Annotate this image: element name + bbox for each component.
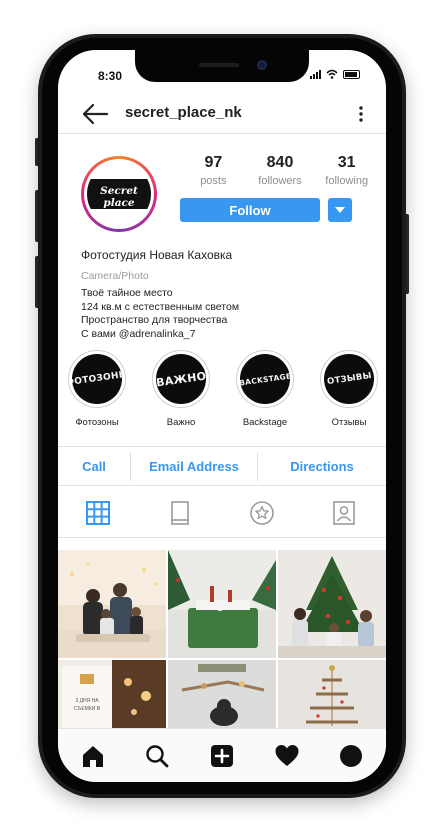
grid-photo-christmas-tree[interactable]: [278, 550, 386, 658]
highlight-cover: ВАЖНО: [156, 354, 206, 404]
photo-grid: 3 ДНЯ НА СЪЕМКИ В: [58, 550, 386, 730]
grid-photo-cat[interactable]: [168, 660, 276, 730]
highlight-label: Фотозоны: [75, 417, 119, 428]
contact-bar: Call Email Address Directions: [58, 446, 386, 486]
directions-button[interactable]: Directions: [258, 447, 386, 487]
following-count: 31: [337, 154, 356, 171]
call-button[interactable]: Call: [58, 447, 130, 487]
tagged-icon[interactable]: [331, 500, 357, 526]
followers-label: followers: [258, 175, 302, 187]
more-options-icon[interactable]: [358, 104, 364, 124]
profile-stats: 97 posts 840 followers 31 following: [180, 154, 380, 187]
bio-line: Твоё тайное место: [81, 287, 173, 299]
notch: [135, 50, 309, 82]
battery-icon: [343, 69, 360, 79]
bio-category: Camera/Photo: [81, 270, 149, 282]
highlight-cover: ОТЗЫВЫ: [324, 354, 374, 404]
avatar-logo-text: Secret place: [100, 185, 138, 209]
phone-screen: 8:30 secret_place_nk Secret place 97 pos…: [58, 50, 386, 782]
followers-count: 840: [266, 154, 294, 171]
status-time: 8:30: [98, 69, 123, 83]
svg-text:СЪЕМКИ В: СЪЕМКИ В: [74, 706, 101, 712]
front-camera: [257, 60, 267, 70]
profile-bio: Фотостудия Новая Каховка Camera/Photo Тв…: [81, 248, 371, 341]
profile-username: secret_place_nk: [125, 104, 242, 121]
search-icon[interactable]: [144, 743, 170, 769]
back-arrow-icon[interactable]: [80, 102, 110, 126]
avatar[interactable]: Secret place: [81, 156, 157, 232]
bio-name: Фотостудия Новая Каховка: [81, 248, 233, 262]
posts-count: 97: [204, 154, 223, 171]
star-icon[interactable]: [249, 500, 275, 526]
bio-line[interactable]: С вами @adrenalinka_7: [81, 328, 371, 342]
profile-icon[interactable]: [338, 743, 364, 769]
bottom-navigation: [58, 728, 386, 782]
highlight-otzyvy[interactable]: ОТЗЫВЫ Отзывы: [318, 350, 380, 428]
svg-text:3 ДНЯ НА: 3 ДНЯ НА: [75, 698, 99, 704]
chevron-down-icon: [335, 207, 345, 213]
posts-label: posts: [200, 175, 227, 187]
following-label: following: [325, 175, 369, 187]
highlight-label: Backstage: [242, 417, 288, 428]
status-icons: [310, 69, 360, 79]
bio-line: Пространство для творчества: [81, 314, 228, 326]
grid-photo-card[interactable]: 3 ДНЯ НА СЪЕМКИ В: [58, 660, 166, 730]
heart-icon[interactable]: [274, 743, 300, 769]
signal-icon: [310, 69, 321, 79]
following-stat[interactable]: 31 following: [313, 154, 380, 187]
grid-photo-family[interactable]: [58, 550, 166, 658]
follow-button[interactable]: Follow: [180, 198, 320, 222]
add-icon[interactable]: [209, 743, 235, 769]
suggested-dropdown-button[interactable]: [328, 198, 352, 222]
speaker: [199, 63, 239, 67]
highlight-vazhno[interactable]: ВАЖНО Важно: [150, 350, 212, 428]
posts-stat[interactable]: 97 posts: [180, 154, 247, 187]
wifi-icon: [326, 69, 338, 79]
highlight-label: Важно: [166, 417, 196, 428]
grid-photo-wood-tree[interactable]: [278, 660, 386, 730]
story-highlights: ФОТОЗОНЫ Фотозоны ВАЖНО Важно BACKSTAGE …: [66, 350, 386, 440]
followers-stat[interactable]: 840 followers: [247, 154, 314, 187]
highlight-cover: ФОТОЗОНЫ: [72, 354, 122, 404]
highlight-cover: BACKSTAGE: [240, 354, 290, 404]
highlight-fotozony[interactable]: ФОТОЗОНЫ Фотозоны: [66, 350, 128, 428]
profile-header: secret_place_nk: [58, 94, 386, 134]
bio-line: 124 кв.м с естественным светом: [81, 300, 240, 313]
avatar-image: Secret place: [87, 162, 151, 226]
highlight-backstage[interactable]: BACKSTAGE Backstage: [234, 350, 296, 428]
email-button[interactable]: Email Address: [131, 447, 257, 487]
grid-photo-table[interactable]: [168, 550, 276, 658]
highlight-label: Отзывы: [331, 417, 367, 428]
profile-tabs: [58, 488, 386, 538]
igtv-icon[interactable]: [167, 500, 193, 526]
grid-icon[interactable]: [85, 500, 111, 526]
home-icon[interactable]: [80, 743, 106, 769]
